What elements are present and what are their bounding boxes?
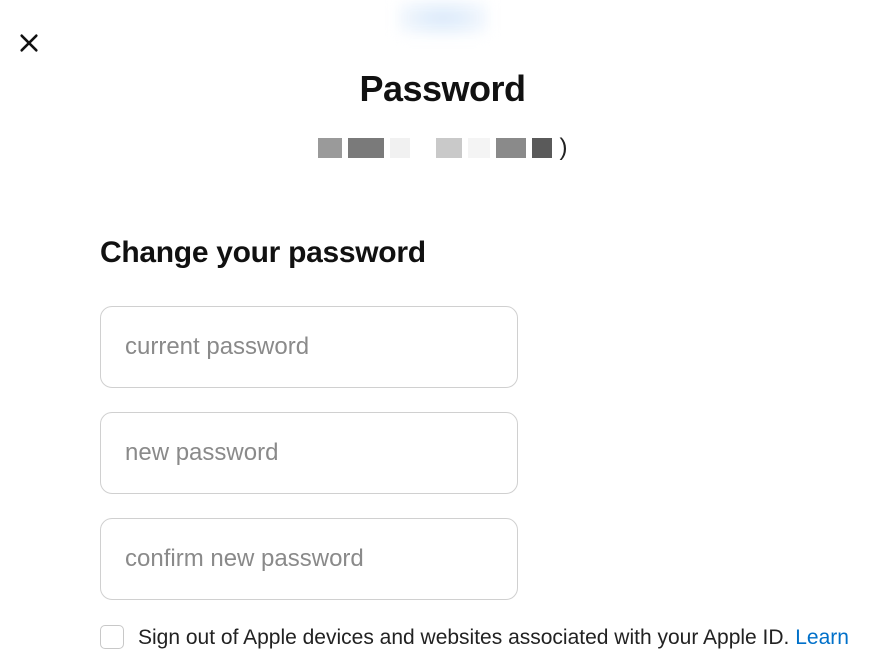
new-password-input[interactable] bbox=[100, 412, 518, 494]
close-icon bbox=[18, 32, 40, 54]
section-heading: Change your password bbox=[100, 236, 865, 270]
close-button[interactable] bbox=[14, 28, 44, 58]
signout-checkbox[interactable] bbox=[100, 625, 124, 649]
redacted-account-id: ) bbox=[318, 134, 568, 162]
page-title: Password bbox=[0, 68, 885, 110]
current-password-input[interactable] bbox=[100, 306, 518, 388]
header-graphic-blur bbox=[398, 0, 488, 36]
signout-text: Sign out of Apple devices and websites a… bbox=[138, 626, 795, 649]
learn-more-link[interactable]: Learn bbox=[795, 626, 849, 649]
signout-label-text: Sign out of Apple devices and websites a… bbox=[138, 624, 849, 652]
signout-option-row: Sign out of Apple devices and websites a… bbox=[100, 624, 865, 652]
confirm-password-input[interactable] bbox=[100, 518, 518, 600]
change-password-form: Change your password Sign out of Apple d… bbox=[100, 236, 865, 652]
